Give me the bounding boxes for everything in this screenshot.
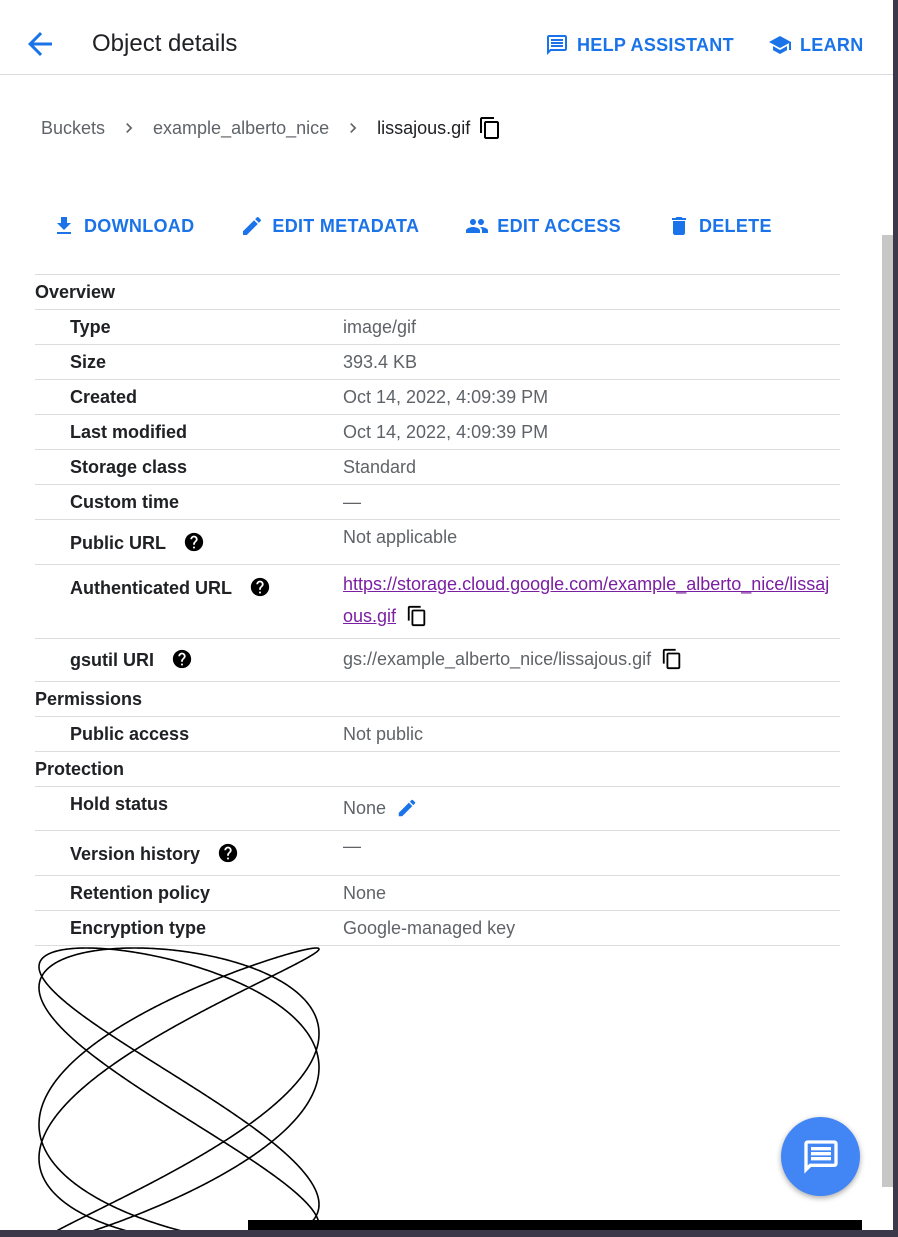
detail-label: Type <box>35 309 343 345</box>
learn-button[interactable]: LEARN <box>768 33 864 57</box>
object-details-page: Object details HELP ASSISTANT LEARN Buck… <box>0 0 893 1230</box>
arrow-back-icon <box>28 32 52 56</box>
copy-icon[interactable] <box>406 605 428 632</box>
hold-status-value: None <box>343 798 387 818</box>
detail-row-created: Created Oct 14, 2022, 4:09:39 PM <box>35 379 840 415</box>
people-icon <box>466 219 489 233</box>
detail-row-hold-status: Hold status None <box>35 786 840 831</box>
scrollbar[interactable] <box>882 235 893 1187</box>
page-title: Object details <box>92 30 238 57</box>
detail-value-cell: https://storage.cloud.google.com/example… <box>343 564 840 639</box>
detail-value: — <box>343 830 840 876</box>
detail-row-last-modified: Last modified Oct 14, 2022, 4:09:39 PM <box>35 414 840 450</box>
detail-label: Authenticated URL <box>70 578 232 598</box>
object-details-table: Overview Type image/gif Size 393.4 KB Cr… <box>35 274 840 946</box>
delete-button[interactable]: DELETE <box>667 214 772 238</box>
detail-row-type: Type image/gif <box>35 309 840 345</box>
download-button[interactable]: DOWNLOAD <box>52 214 194 238</box>
detail-row-gsutil-uri: gsutil URI gs://example_alberto_nice/lis… <box>35 638 840 682</box>
detail-label: Encryption type <box>35 910 343 946</box>
chat-fab-button[interactable] <box>781 1117 860 1196</box>
detail-value: None <box>343 875 840 911</box>
gsutil-uri-value: gs://example_alberto_nice/lissajous.gif <box>343 649 652 669</box>
download-label: DOWNLOAD <box>84 215 195 236</box>
section-heading: Overview <box>35 274 840 310</box>
detail-label-cell: gsutil URI <box>35 638 343 682</box>
copy-icon[interactable] <box>478 116 502 140</box>
detail-value: Oct 14, 2022, 4:09:39 PM <box>343 414 840 450</box>
section-heading: Protection <box>35 751 840 787</box>
object-actions: DOWNLOAD EDIT METADATA EDIT ACCESS DELET… <box>52 214 772 238</box>
detail-label-cell: Authenticated URL <box>35 564 343 639</box>
detail-row-public-access: Public access Not public <box>35 716 840 752</box>
breadcrumb: Buckets example_alberto_nice lissajous.g… <box>41 116 502 140</box>
detail-label-cell: Public URL <box>35 519 343 565</box>
help-circle-icon[interactable] <box>183 531 205 558</box>
help-circle-icon[interactable] <box>171 648 193 675</box>
chat-icon <box>803 1139 838 1174</box>
detail-row-size: Size 393.4 KB <box>35 344 840 380</box>
section-overview: Overview <box>35 274 840 310</box>
detail-label: Public access <box>35 716 343 752</box>
breadcrumb-buckets[interactable]: Buckets <box>41 118 105 139</box>
chevron-right-icon <box>343 118 363 138</box>
help-assistant-button[interactable]: HELP ASSISTANT <box>545 33 734 57</box>
trash-icon <box>671 217 686 235</box>
detail-row-encryption-type: Encryption type Google-managed key <box>35 910 840 946</box>
top-app-bar: Object details HELP ASSISTANT LEARN <box>0 0 893 75</box>
detail-row-authenticated-url: Authenticated URL https://storage.cloud.… <box>35 564 840 639</box>
object-preview-image <box>35 946 323 1230</box>
download-icon <box>57 217 71 234</box>
edit-access-label: EDIT ACCESS <box>497 215 621 236</box>
learn-label: LEARN <box>800 34 864 55</box>
delete-label: DELETE <box>698 215 772 236</box>
detail-value: — <box>343 484 840 520</box>
detail-label: Retention policy <box>35 875 343 911</box>
detail-value: Not applicable <box>343 519 840 565</box>
detail-label: Version history <box>70 844 201 864</box>
detail-label: Public URL <box>70 533 166 553</box>
help-assistant-label: HELP ASSISTANT <box>577 34 734 55</box>
section-protection: Protection <box>35 751 840 787</box>
detail-value: Standard <box>343 449 840 485</box>
detail-row-retention-policy: Retention policy None <box>35 875 840 911</box>
bottom-overlay-bar <box>248 1220 862 1230</box>
section-heading: Permissions <box>35 681 840 717</box>
edit-access-button[interactable]: EDIT ACCESS <box>465 214 621 238</box>
detail-value: 393.4 KB <box>343 344 840 380</box>
breadcrumb-bucket[interactable]: example_alberto_nice <box>153 118 329 139</box>
detail-value: Google-managed key <box>343 910 840 946</box>
breadcrumb-current: lissajous.gif <box>377 117 471 138</box>
detail-row-public-url: Public URL Not applicable <box>35 519 840 565</box>
detail-row-version-history: Version history — <box>35 830 840 876</box>
copy-icon[interactable] <box>661 648 683 675</box>
detail-label: Hold status <box>35 786 343 831</box>
detail-row-custom-time: Custom time — <box>35 484 840 520</box>
help-circle-icon[interactable] <box>249 576 271 603</box>
detail-label-cell: Version history <box>35 830 343 876</box>
detail-label: Size <box>35 344 343 380</box>
section-permissions: Permissions <box>35 681 840 717</box>
detail-label: Storage class <box>35 449 343 485</box>
edit-metadata-button[interactable]: EDIT METADATA <box>240 214 419 238</box>
detail-row-storage-class: Storage class Standard <box>35 449 840 485</box>
detail-label: Last modified <box>35 414 343 450</box>
feedback-icon <box>547 35 567 55</box>
edit-metadata-label: EDIT METADATA <box>272 215 420 236</box>
chevron-right-icon <box>119 118 139 138</box>
school-icon <box>769 36 791 54</box>
back-button[interactable] <box>22 26 58 62</box>
pencil-icon <box>243 216 262 235</box>
detail-label: Custom time <box>35 484 343 520</box>
detail-label: gsutil URI <box>70 650 154 670</box>
detail-value-cell: None <box>343 786 840 831</box>
detail-label: Created <box>35 379 343 415</box>
detail-value: Not public <box>343 716 840 752</box>
detail-value-cell: gs://example_alberto_nice/lissajous.gif <box>343 638 840 682</box>
pencil-icon[interactable] <box>396 797 418 824</box>
detail-value: image/gif <box>343 309 840 345</box>
help-circle-icon[interactable] <box>217 842 239 869</box>
detail-value: Oct 14, 2022, 4:09:39 PM <box>343 379 840 415</box>
